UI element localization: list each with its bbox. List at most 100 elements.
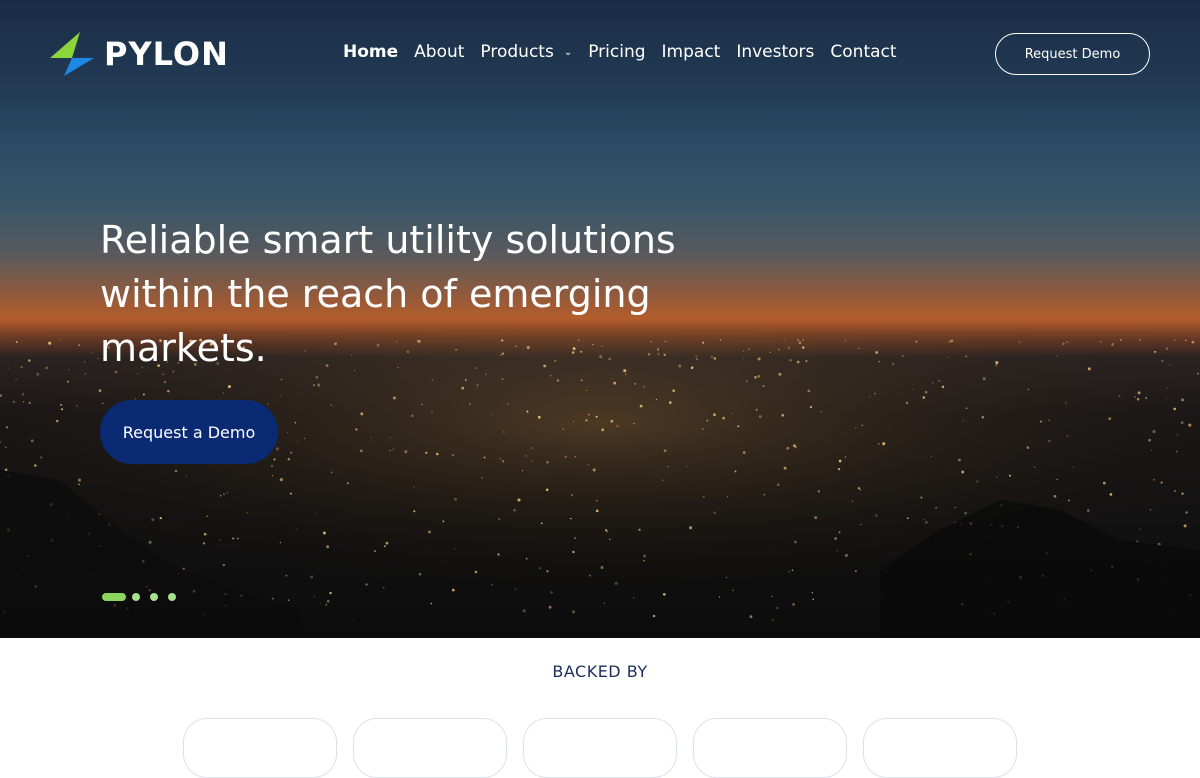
request-demo-button[interactable]: Request Demo [995, 33, 1150, 75]
slide-dot-3[interactable] [150, 593, 158, 601]
city-light [573, 421, 575, 423]
city-light [643, 559, 645, 562]
city-light [222, 564, 225, 567]
city-light [757, 357, 761, 361]
slide-dot-2[interactable] [132, 593, 140, 601]
city-light [1099, 341, 1102, 343]
city-light [836, 550, 839, 552]
city-light [652, 614, 656, 618]
city-light [246, 512, 249, 514]
city-light [787, 346, 790, 349]
city-light [431, 379, 434, 382]
city-light [661, 479, 664, 482]
city-light [1039, 420, 1042, 423]
city-light [672, 389, 676, 393]
city-light [163, 380, 167, 384]
city-light [421, 403, 423, 405]
slide-dot-4[interactable] [168, 593, 176, 601]
city-light [78, 483, 80, 486]
city-light [964, 511, 967, 515]
nav-investors[interactable]: Investors [736, 42, 814, 62]
city-light [725, 576, 728, 579]
city-light [778, 372, 782, 376]
city-lights-background [0, 330, 1200, 638]
city-light [279, 394, 282, 397]
city-light [702, 495, 705, 498]
city-light [797, 339, 800, 342]
city-light [513, 508, 516, 512]
city-light [411, 414, 414, 418]
backer-card[interactable] [863, 718, 1017, 778]
slide-dot-1[interactable] [102, 593, 126, 601]
backed-by-title: BACKED BY [552, 662, 648, 681]
city-light [935, 506, 937, 509]
city-light [643, 554, 646, 558]
city-light [869, 396, 871, 398]
city-light [807, 389, 811, 393]
nav-pricing[interactable]: Pricing [588, 42, 645, 62]
city-light [1181, 492, 1184, 495]
city-light [325, 603, 328, 606]
city-light [788, 571, 790, 573]
city-light [1048, 439, 1051, 443]
city-light [279, 541, 282, 544]
pylon-logo[interactable]: PYLON [50, 32, 229, 76]
city-light [303, 437, 305, 440]
city-light [572, 550, 575, 554]
city-light [483, 456, 486, 459]
city-light [844, 456, 847, 458]
city-light [1161, 359, 1164, 362]
city-light [610, 419, 614, 423]
city-light [182, 567, 185, 570]
nav-about[interactable]: About [414, 42, 464, 62]
city-light [385, 541, 389, 545]
city-light [713, 413, 716, 417]
nav-contact[interactable]: Contact [830, 42, 896, 62]
city-light [330, 471, 333, 473]
city-light [538, 567, 541, 570]
city-light [925, 391, 928, 394]
nav-products[interactable]: Products ⌄ [480, 42, 572, 62]
city-light [326, 599, 330, 603]
lightning-bolt-logo-icon [50, 32, 94, 76]
city-light [90, 352, 93, 354]
request-a-demo-button[interactable]: Request a Demo [100, 400, 278, 464]
backer-card[interactable] [693, 718, 847, 778]
city-light [1066, 341, 1069, 343]
city-light [322, 531, 326, 535]
city-light [22, 401, 25, 403]
nav-impact[interactable]: Impact [662, 42, 721, 62]
city-light [834, 537, 838, 540]
city-light [360, 412, 364, 416]
city-light [925, 521, 928, 524]
city-light [67, 380, 70, 383]
city-light [616, 424, 619, 428]
city-light [102, 402, 104, 405]
hero-headline: Reliable smart utility solutions within … [100, 218, 676, 370]
city-light [546, 460, 549, 464]
nav-home[interactable]: Home [343, 42, 398, 62]
city-light [36, 372, 40, 376]
city-light [702, 428, 704, 430]
city-light [68, 368, 70, 371]
nav-products-label: Products [480, 42, 554, 62]
city-light [1137, 391, 1141, 395]
city-light [809, 405, 813, 409]
city-light [857, 487, 861, 490]
backer-card[interactable] [523, 718, 677, 778]
city-light [948, 356, 950, 358]
city-light [540, 522, 543, 525]
city-light [606, 530, 609, 533]
city-light [585, 419, 588, 422]
city-light [776, 483, 780, 487]
city-light [502, 430, 505, 433]
backer-card[interactable] [183, 718, 337, 778]
city-light [662, 592, 666, 596]
backer-card[interactable] [353, 718, 507, 778]
city-light [931, 382, 934, 384]
city-light [442, 520, 445, 523]
city-light [595, 509, 599, 513]
city-light [8, 367, 10, 369]
brand-name: PYLON [104, 35, 229, 73]
city-light [12, 400, 16, 404]
